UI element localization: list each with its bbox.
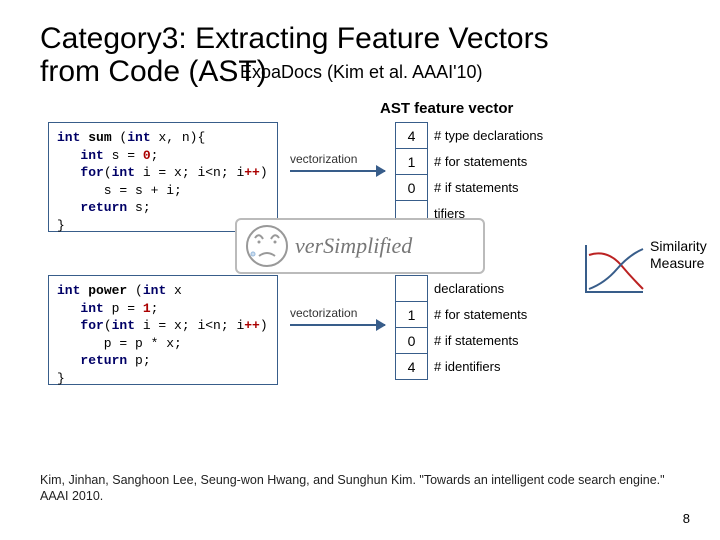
table-row: 0# if statements: [396, 328, 528, 354]
oversimplified-text: verSimplified: [295, 233, 412, 259]
feature-value: 4: [396, 354, 428, 380]
table-row: 1# for statements: [396, 302, 528, 328]
feature-value: 0: [396, 175, 428, 201]
bracket-connector-icon: [0, 96, 18, 192]
page-number: 8: [683, 511, 690, 526]
bracket-connector-icon: [0, 0, 18, 96]
feature-label: # if statements: [428, 328, 528, 354]
table-row: 0# if statements: [396, 175, 544, 201]
feature-label: # type declarations: [428, 123, 544, 149]
feature-label: declarations: [428, 276, 528, 302]
feature-value: 0: [396, 328, 428, 354]
table-row: declarations: [396, 276, 528, 302]
feature-vector-table-2: declarations 1# for statements 0# if sta…: [395, 275, 528, 380]
feature-label: # for statements: [428, 302, 528, 328]
table-row: 1# for statements: [396, 149, 544, 175]
code-block-sum: int sum (int x, n){ int s = 0; for(int i…: [48, 122, 278, 232]
similarity-chart-icon: [585, 245, 643, 293]
slide-subtitle: ExoaDocs (Kim et al. AAAI'10): [240, 62, 483, 83]
title-line2: from Code (AST): [40, 55, 267, 88]
feature-value: 1: [396, 302, 428, 328]
table-row: 4# type declarations: [396, 123, 544, 149]
feature-value: 1: [396, 149, 428, 175]
feature-label: # for statements: [428, 149, 544, 175]
vectorization-label-1: vectorization: [290, 152, 357, 166]
feature-value: 4: [396, 123, 428, 149]
title-line1: Category3: Extracting Feature Vectors: [40, 22, 549, 55]
feature-label: # if statements: [428, 175, 544, 201]
table-row: 4# identifiers: [396, 354, 528, 380]
code-block-power: int power (int x int p = 1; for(int i = …: [48, 275, 278, 385]
arrow-icon: [290, 170, 385, 172]
ast-feature-vector-label: AST feature vector: [380, 100, 513, 117]
feature-vector-table-1: 4# type declarations 1# for statements 0…: [395, 122, 544, 227]
oversimplified-badge: verSimplified: [235, 218, 485, 274]
feature-value: [396, 276, 428, 302]
citation-text: Kim, Jinhan, Sanghoon Lee, Seung-won Hwa…: [40, 472, 680, 505]
vectorization-label-2: vectorization: [290, 306, 357, 320]
face-icon: [245, 224, 289, 268]
arrow-icon: [290, 324, 385, 326]
feature-label: # identifiers: [428, 354, 528, 380]
similarity-measure-label: Similarity Measure: [650, 238, 707, 272]
